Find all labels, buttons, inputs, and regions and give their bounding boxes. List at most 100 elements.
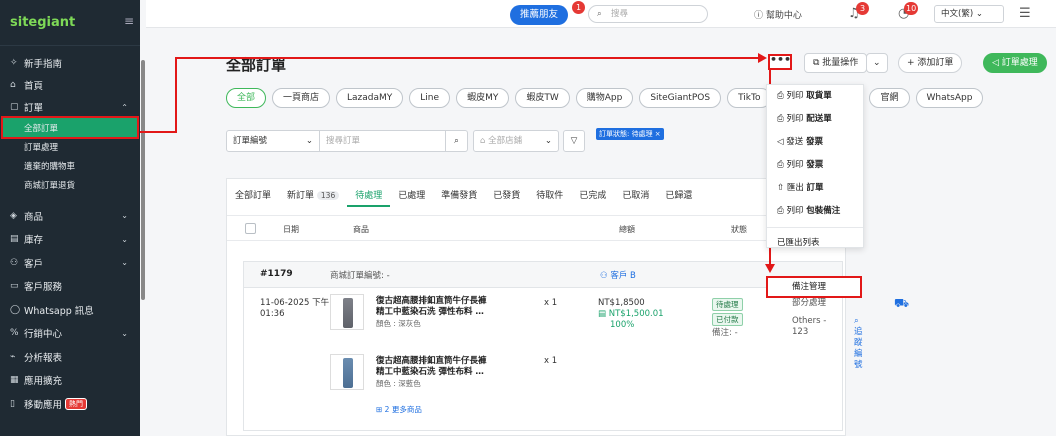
refer-friend-button[interactable]: 推薦朋友 xyxy=(510,5,569,25)
sidebar-item[interactable]: ⚇ 客戶 ⌄ xyxy=(0,251,140,275)
sidebar-scrollbar[interactable] xyxy=(141,60,145,300)
sidebar-item[interactable]: ▤ 庫存 ⌄ xyxy=(0,228,140,252)
channel-chip[interactable]: TikTo xyxy=(727,88,772,108)
menu-item[interactable]: ⎙ 列印 包裝備注 xyxy=(767,200,863,223)
sidebar-item[interactable]: ⌁ 分析報表 xyxy=(0,345,140,369)
sidebar-item[interactable]: % 行銷中心 ⌄ xyxy=(0,322,140,346)
global-search-input[interactable]: ⌕ 搜尋 xyxy=(588,5,708,23)
menu-item-note-management[interactable]: 備注管理 xyxy=(766,276,862,298)
menu-item[interactable]: ⎙ 列印 取貨單 xyxy=(767,85,863,108)
sidebar-item[interactable]: ▦ 應用擴充 xyxy=(0,369,140,393)
sidebar-subitem[interactable]: 商城訂單退貨 xyxy=(0,175,140,194)
annotation-arrow xyxy=(140,131,177,133)
status-tab[interactable]: 已歸還 xyxy=(657,185,700,207)
sidebar-item-label: 商品 xyxy=(24,211,44,223)
product-qty: x 1 xyxy=(544,298,558,308)
status-tab[interactable]: 全部訂單 xyxy=(227,185,279,207)
status-tab[interactable]: 待取件 xyxy=(528,185,571,207)
truck-icon[interactable]: ⛟ xyxy=(894,297,909,309)
menu-item-object: 取貨單 xyxy=(806,91,832,101)
status-tab[interactable]: 新訂單 136 xyxy=(279,185,347,207)
status-tag: 待處理 xyxy=(712,298,743,311)
more-actions-button[interactable]: ••• xyxy=(768,54,792,70)
language-select[interactable]: 中文(繁) ⌄ xyxy=(934,5,1004,23)
status-tab[interactable]: 已完成 xyxy=(571,185,614,207)
layout-icon[interactable]: ☰ xyxy=(1019,6,1031,21)
col-date: 日期 xyxy=(283,225,299,234)
order-icon: ▢ xyxy=(10,102,19,112)
status-tab[interactable]: 待處理 xyxy=(347,185,391,207)
bulk-action-dropdown[interactable]: ⌄ xyxy=(866,53,888,73)
active-filter-tag[interactable]: 訂單狀態: 待處理 × xyxy=(596,128,664,140)
marketing-icon: % xyxy=(10,328,19,339)
menu-item[interactable]: ⇧ 匯出 訂單 xyxy=(767,177,863,200)
main-content: 全部訂單 ⧉ 批量操作 ⌄ + 添加訂單 ◁ 訂單處理 全部 一頁商店 Lazada… xyxy=(146,28,1056,436)
platform-order-no: 商城訂單編號: - xyxy=(330,271,390,281)
tab-label: 全部訂單 xyxy=(235,191,272,201)
chevron-icon: ⌄ xyxy=(121,328,128,338)
status-tab[interactable]: 準備發貨 xyxy=(433,185,485,207)
tracking-link[interactable]: ⌕ 追蹤編號 xyxy=(854,316,863,371)
product-thumbnail[interactable] xyxy=(330,354,364,390)
sidebar-item[interactable]: ▯ 移動應用 熱門 xyxy=(0,392,140,416)
field-select[interactable]: 訂單編號 ⌄ xyxy=(226,130,320,152)
select-all-checkbox[interactable] xyxy=(245,223,256,234)
sidebar-item[interactable]: ◯ Whatsapp 訊息 xyxy=(0,298,140,322)
sidebar-item[interactable]: ▭ 客戶服務 xyxy=(0,275,140,299)
menu-item-verb: 匯出 xyxy=(786,183,807,193)
product-thumbnail[interactable] xyxy=(330,294,364,330)
annotation-arrowhead xyxy=(765,264,775,273)
status-tab[interactable]: 已取消 xyxy=(614,185,657,207)
sidebar-item[interactable]: ✧ 新手指南 xyxy=(0,52,140,74)
more-products-link[interactable]: ⊞ 2 更多商品 xyxy=(376,404,422,415)
channel-chip[interactable]: Line xyxy=(409,88,451,108)
menu-item-verb: 列印 xyxy=(786,206,807,216)
channel-chip[interactable]: 蝦皮MY xyxy=(456,88,510,108)
menu-item[interactable]: ◁ 發送 發票 xyxy=(767,131,863,154)
channel-chip[interactable]: SiteGiantPOS xyxy=(639,88,722,108)
tab-count: 136 xyxy=(316,191,340,200)
add-order-button[interactable]: + 添加訂單 xyxy=(898,53,963,73)
channel-chip[interactable]: WhatsApp xyxy=(915,88,984,108)
export-icon: ⇧ xyxy=(777,183,787,193)
status-tab[interactable]: 已處理 xyxy=(390,185,433,207)
product-item: 復古超高腰排釦直筒牛仔長褲 精工中藍染石洗 彈性布料 … 顏色 : 深藍色 xyxy=(376,356,487,388)
chevron-icon: ⌄ xyxy=(121,211,128,221)
channel-chip[interactable]: 蝦皮TW xyxy=(515,88,570,108)
menu-item-exported[interactable]: 已匯出列表 xyxy=(767,232,863,255)
logo[interactable]: sitegiant xyxy=(0,0,140,46)
hamburger-icon[interactable]: ≡ xyxy=(124,14,134,28)
process-order-button[interactable]: ◁ 訂單處理 xyxy=(983,53,1047,73)
channel-chip[interactable]: LazadaMY xyxy=(336,88,404,108)
sidebar-item[interactable]: ◈ 商品 ⌄ xyxy=(0,204,140,228)
menu-divider xyxy=(767,227,863,228)
menu-item[interactable]: ⎙ 列印 發票 xyxy=(767,154,863,177)
sidebar-subitem[interactable]: 全部訂單 xyxy=(1,116,139,139)
sidebar-subitem[interactable]: 訂單處理 xyxy=(0,137,140,156)
order-row[interactable]: #1179 商城訂單編號: - ⚇ 客戶 B 11-06-2025 下午 01:3… xyxy=(243,261,909,431)
order-header: #1179 商城訂單編號: - ⚇ 客戶 B xyxy=(244,262,842,288)
help-center-link[interactable]: ⓘ 幫助中心 xyxy=(754,8,802,21)
search-button[interactable]: ⌕ xyxy=(446,130,468,152)
sidebar-item[interactable]: ⌂ 首頁 xyxy=(0,74,140,96)
bulk-action-button[interactable]: ⧉ 批量操作 xyxy=(804,53,868,73)
sidebar-item[interactable]: ▢ 訂單 ⌃ xyxy=(0,96,140,118)
menu-item-verb: 列印 xyxy=(786,91,807,101)
channel-chips: 全部 一頁商店 LazadaMY Line 蝦皮MY 蝦皮TW 購物App SiteGiant… xyxy=(226,88,984,108)
print-icon: ⎙ xyxy=(777,114,787,124)
order-number[interactable]: #1179 xyxy=(260,269,293,279)
product-item: 復古超高腰排釦直筒牛仔長褲 精工中藍染石洗 彈性布料 … 顏色 : 深灰色 xyxy=(376,296,487,328)
store-select[interactable]: ⌂ 全部店鋪 ⌄ xyxy=(473,130,559,152)
channel-chip[interactable]: 購物App xyxy=(575,88,634,108)
customer-link[interactable]: ⚇ 客戶 B xyxy=(600,269,636,281)
channel-chip[interactable]: 全部 xyxy=(226,88,267,108)
sidebar-subitem[interactable]: 遺棄的購物車 xyxy=(0,156,140,175)
sidebar-item-label: 行銷中心 xyxy=(24,329,63,341)
menu-item[interactable]: ⎙ 列印 配送單 xyxy=(767,108,863,131)
tab-label: 待取件 xyxy=(536,191,564,201)
order-search-input[interactable]: 搜尋訂單 xyxy=(320,130,446,152)
filter-icon[interactable]: ▽ xyxy=(563,130,585,152)
status-tab[interactable]: 已發貨 xyxy=(485,185,528,207)
channel-chip[interactable]: 官網 xyxy=(869,88,910,108)
channel-chip[interactable]: 一頁商店 xyxy=(272,88,331,108)
